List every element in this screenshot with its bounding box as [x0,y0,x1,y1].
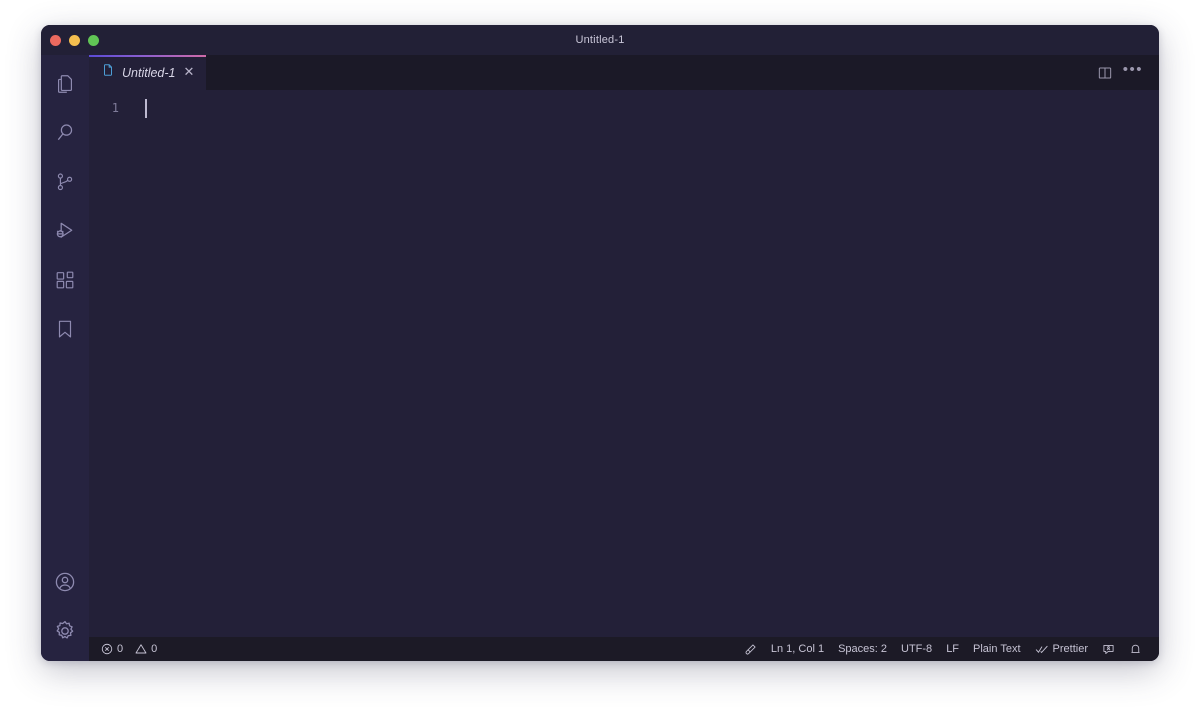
tab-bar: Untitled-1 ✕ ••• [89,55,1159,90]
tab-label: Untitled-1 [122,65,176,80]
sidebar-item-source-control[interactable] [41,157,89,206]
status-encoding[interactable]: UTF-8 [894,637,939,661]
status-eol[interactable]: LF [939,637,966,661]
status-notifications[interactable] [1122,637,1149,661]
double-check-icon [1035,643,1049,655]
status-problems[interactable]: 0 0 [101,637,164,661]
encoding-label: UTF-8 [901,643,933,655]
bookmark-icon [54,318,76,340]
error-icon [101,643,113,655]
tab-untitled-1[interactable]: Untitled-1 ✕ [89,55,207,90]
files-icon [54,73,76,95]
status-ink-drop[interactable] [737,637,764,661]
warning-count: 0 [151,643,158,655]
vscode-window: Untitled-1 Untitled-1 ✕ ••• 1 0 0 Ln 1, … [41,25,1159,661]
sidebar-item-run-and-debug[interactable] [41,206,89,255]
editor-area: Untitled-1 ✕ ••• 1 0 0 Ln 1, Col 1 Space… [89,55,1159,661]
more-actions-icon[interactable]: ••• [1123,62,1143,77]
status-bar: 0 0 Ln 1, Col 1 Spaces: 2 UTF-8 LF Plain… [89,637,1159,661]
line-number: 1 [111,101,119,115]
activity-bar [41,55,89,661]
sidebar-item-bookmarks[interactable] [41,304,89,353]
sidebar-item-settings[interactable] [41,606,89,655]
close-window-button[interactable] [50,34,61,46]
status-language-mode[interactable]: Plain Text [966,637,1028,661]
title-bar: Untitled-1 [41,25,1159,55]
file-icon [101,63,115,82]
eol-label: LF [946,643,960,655]
warning-icon [135,643,147,655]
error-count: 0 [117,643,124,655]
account-icon [53,570,77,594]
close-icon[interactable]: ✕ [183,66,196,79]
split-editor-icon[interactable] [1097,65,1113,81]
search-icon [54,121,77,144]
screenshot-canvas: Untitled-1 Untitled-1 ✕ ••• 1 0 0 Ln 1, … [0,0,1200,717]
maximize-window-button[interactable] [88,34,99,46]
status-bar-left: 0 0 [101,637,164,661]
window-title: Untitled-1 [575,34,625,46]
sidebar-item-explorer[interactable] [41,59,89,108]
traffic-light-group [50,25,99,55]
ink-drop-icon [744,643,757,656]
feedback-icon [1102,643,1115,656]
text-cursor [145,99,147,118]
status-feedback[interactable] [1095,637,1122,661]
status-prettier[interactable]: Prettier [1028,637,1095,661]
text-editor[interactable]: 1 [89,90,1159,637]
language-mode-label: Plain Text [973,643,1021,655]
cursor-position-label: Ln 1, Col 1 [770,643,825,655]
bell-icon [1129,643,1142,656]
sidebar-item-extensions[interactable] [41,255,89,304]
prettier-label: Prettier [1052,643,1088,655]
sidebar-item-accounts[interactable] [41,557,89,606]
status-indentation[interactable]: Spaces: 2 [831,637,894,661]
source-control-icon [54,171,76,193]
tab-bar-actions: ••• [1097,55,1159,90]
minimize-window-button[interactable] [69,34,80,46]
indentation-label: Spaces: 2 [838,643,888,655]
gear-icon [53,619,77,643]
editor-line-1: 1 [89,99,1159,118]
sidebar-item-search[interactable] [41,108,89,157]
status-cursor-position[interactable]: Ln 1, Col 1 [764,637,831,661]
run-and-debug-icon [54,219,77,242]
window-body: Untitled-1 ✕ ••• 1 0 0 Ln 1, Col 1 Space… [41,55,1159,661]
extensions-icon [54,269,76,291]
status-bar-right: Ln 1, Col 1 Spaces: 2 UTF-8 LF Plain Tex… [737,637,1149,661]
